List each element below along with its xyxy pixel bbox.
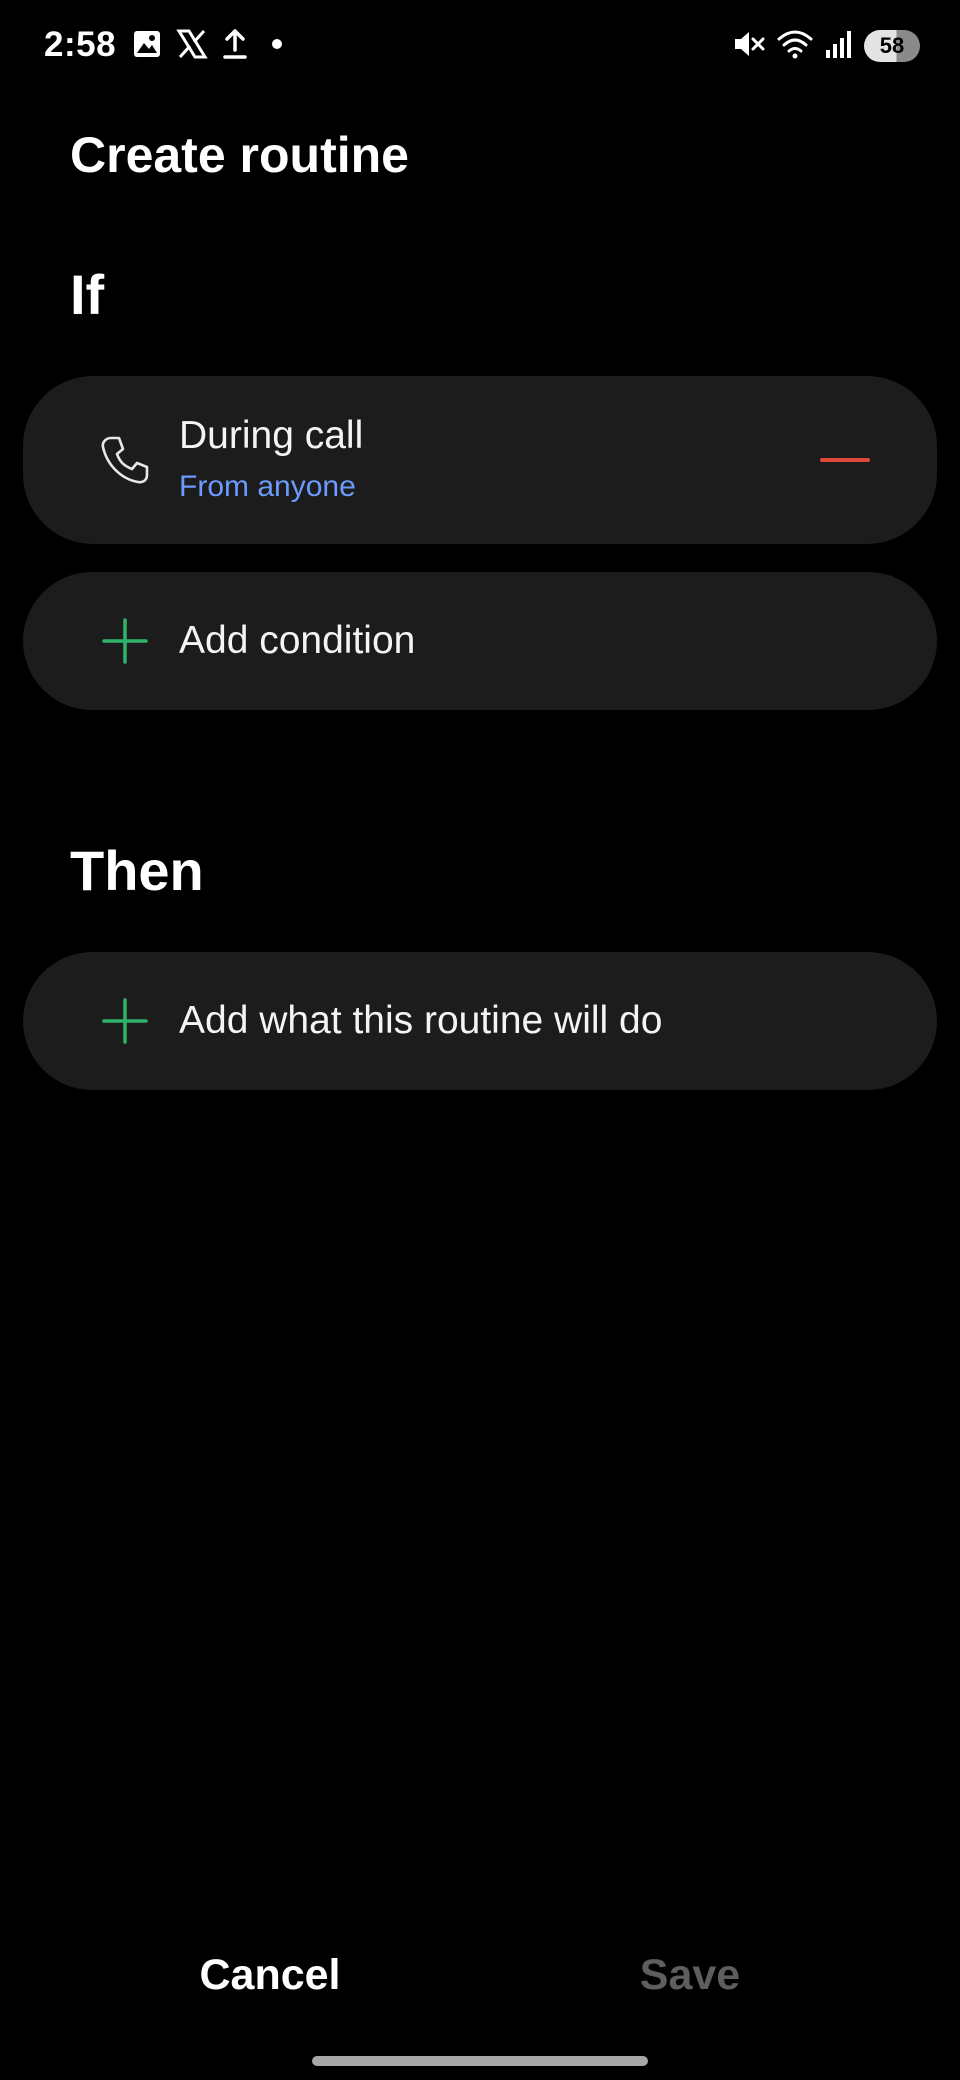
status-left-icons xyxy=(132,26,292,66)
cancel-button[interactable]: Cancel xyxy=(80,1930,460,2020)
wifi-icon xyxy=(776,27,814,66)
condition-title: During call xyxy=(179,414,364,457)
x-logo-icon xyxy=(176,28,208,65)
home-indicator[interactable] xyxy=(312,2056,648,2066)
dot-icon xyxy=(262,29,292,64)
add-action-label: Add what this routine will do xyxy=(179,999,663,1042)
save-button[interactable]: Save xyxy=(500,1930,880,2020)
add-condition-label: Add condition xyxy=(179,619,416,662)
status-right-icons: 58 xyxy=(732,26,920,66)
battery-indicator: 58 xyxy=(864,30,920,62)
minus-icon xyxy=(820,458,870,462)
plus-icon xyxy=(75,591,175,691)
gallery-icon xyxy=(132,29,162,64)
then-heading: Then xyxy=(70,839,204,902)
if-heading: If xyxy=(70,263,105,326)
page-title: Create routine xyxy=(70,127,409,183)
status-bar: 2:58 58 xyxy=(0,0,960,90)
add-action-button[interactable]: Add what this routine will do xyxy=(23,952,937,1090)
remove-condition-button[interactable] xyxy=(805,420,885,500)
condition-subtitle[interactable]: From anyone xyxy=(179,468,356,506)
upload-icon xyxy=(222,28,248,65)
plus-icon xyxy=(75,971,175,1071)
signal-icon xyxy=(824,28,854,65)
condition-card-during-call[interactable]: During call From anyone xyxy=(23,376,937,544)
bottom-action-bar: Cancel Save xyxy=(0,1930,960,2020)
phone-icon xyxy=(75,410,175,510)
status-time: 2:58 xyxy=(44,25,117,64)
mute-icon xyxy=(732,27,766,66)
add-condition-button[interactable]: Add condition xyxy=(23,572,937,710)
